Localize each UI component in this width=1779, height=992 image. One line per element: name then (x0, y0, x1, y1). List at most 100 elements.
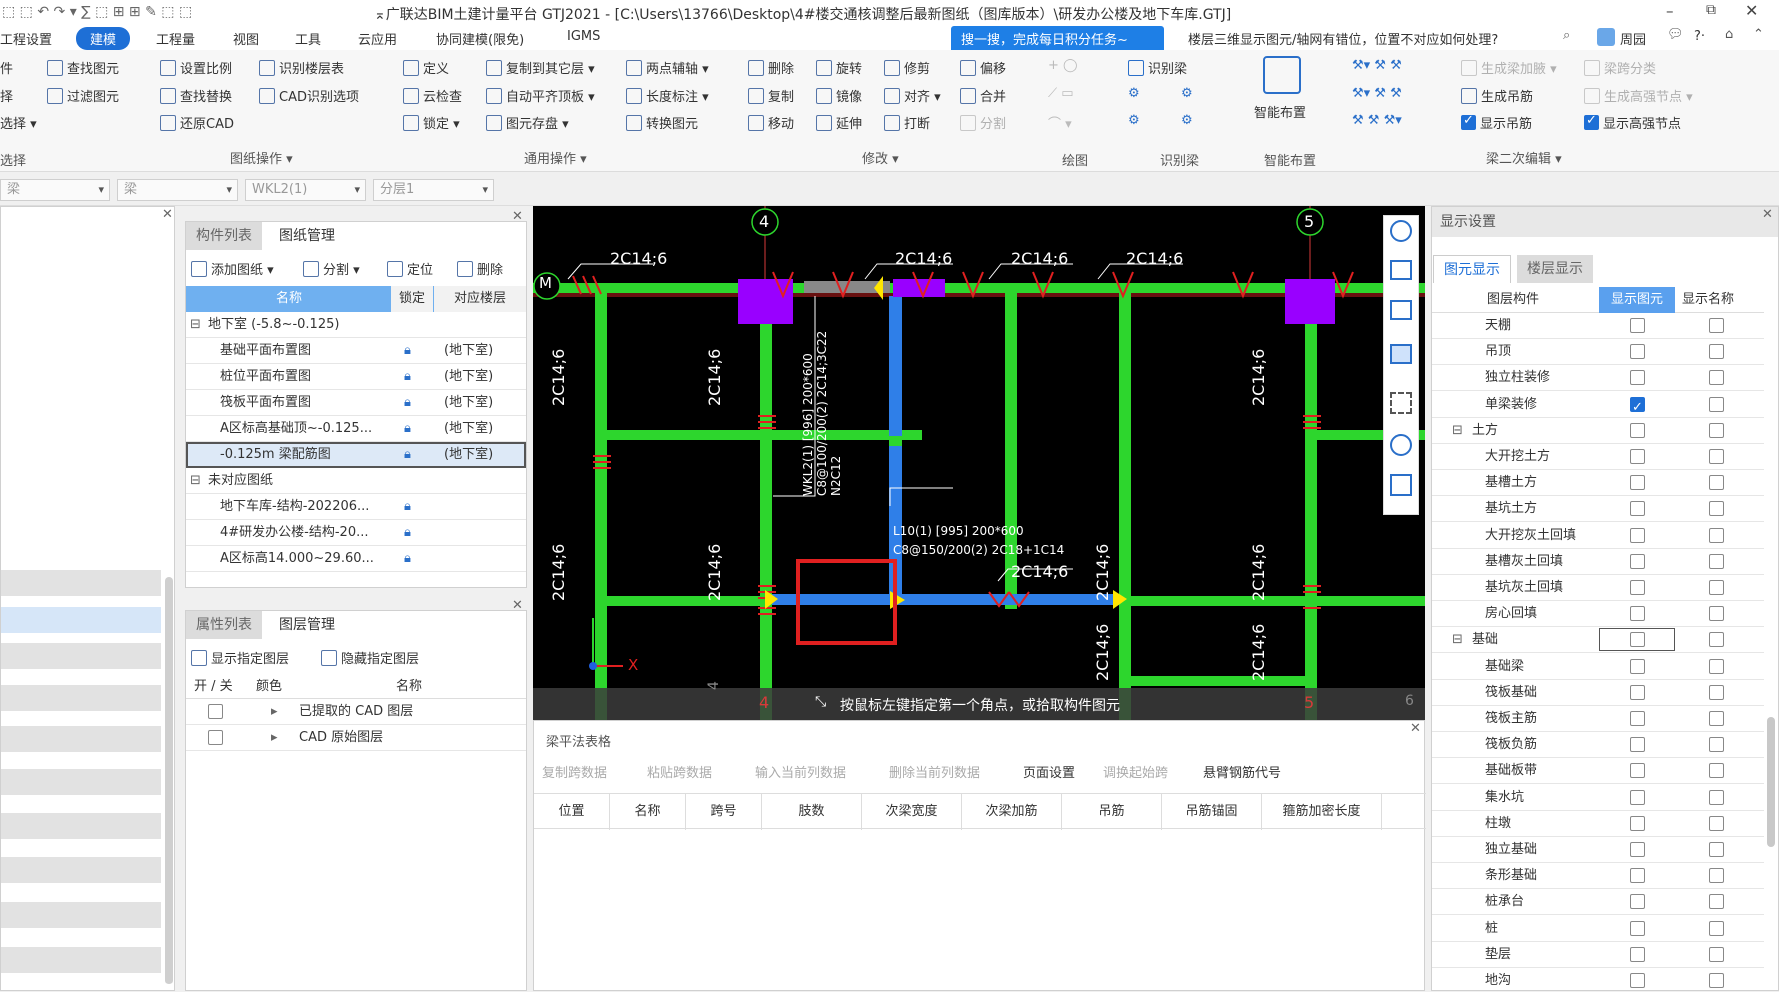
stub-row[interactable] (1, 643, 161, 670)
display-row[interactable]: ⊟ 土方 (1432, 418, 1764, 444)
beam-text-vertical[interactable]: 2C14;6 (1249, 349, 1268, 406)
beam-column-header[interactable]: 肢数 (762, 794, 862, 830)
show-element-checkbox[interactable] (1630, 894, 1645, 910)
help-icon[interactable]: ?· (1694, 29, 1705, 44)
top-view-icon[interactable] (1390, 300, 1412, 320)
menu-item-modeling[interactable]: 建模 (76, 27, 131, 50)
show-name-checkbox[interactable] (1709, 475, 1724, 491)
split-drawing-button[interactable]: 分割 ▾ (303, 259, 360, 278)
display-row[interactable]: 基坑灰土回填 (1432, 575, 1764, 601)
show-name-checkbox[interactable] (1709, 789, 1724, 805)
beam-text-vertical[interactable]: 2C14;6 (705, 544, 724, 601)
beam-text-vertical[interactable]: 2C14;6 (1093, 624, 1112, 681)
show-element-checkbox[interactable] (1630, 370, 1645, 386)
cad-options-button[interactable]: CAD识别选项 (259, 86, 359, 105)
display-row[interactable]: 天棚 (1432, 313, 1764, 339)
ribbon-cut-3[interactable]: 选择 ▾ (0, 113, 37, 132)
display-row[interactable]: 独立基础 (1432, 837, 1764, 863)
lock-button[interactable]: 锁定 ▾ (403, 113, 460, 132)
show-element-checkbox[interactable] (1630, 763, 1645, 779)
tab-component-list[interactable]: 构件列表 (186, 222, 262, 250)
beam-tools3-icon[interactable]: ⚒ ⚒ ⚒▾ (1352, 113, 1402, 128)
display-row[interactable]: 桩承台 (1432, 889, 1764, 916)
beam-column-header[interactable]: 位置 (534, 794, 610, 830)
beam-text[interactable]: 2C14;6 (1126, 249, 1183, 268)
lock-icon[interactable]: 🔒︎ (404, 442, 411, 468)
stub-row[interactable] (1, 726, 161, 753)
show-element-checkbox[interactable] (1630, 553, 1645, 569)
show-element-checkbox[interactable] (1630, 684, 1645, 700)
beam-tool-button[interactable]: 悬臂钢筋代号 (1203, 762, 1281, 781)
ribbon-cut-2[interactable]: 择 (0, 86, 13, 105)
expand-arrow-icon[interactable]: ▸ (271, 725, 278, 751)
beam-tool-button[interactable]: 删除当前列数据 (889, 762, 980, 781)
display-row[interactable]: 桩 (1432, 916, 1764, 942)
beam-h1[interactable] (607, 430, 762, 440)
stub-row[interactable] (1, 685, 161, 712)
lock-icon[interactable]: 🔒︎ (404, 416, 411, 442)
lock-icon[interactable]: 🔒︎ (404, 338, 411, 364)
floor-combo[interactable]: 梁 (0, 179, 110, 201)
span-classify-button[interactable]: 梁跨分类 (1584, 58, 1656, 77)
drawing-panel-close-icon[interactable]: ✕ (512, 209, 523, 224)
gen-haunch-button[interactable]: 生成梁加腋 ▾ (1461, 58, 1557, 77)
tab-property-list[interactable]: 属性列表 (186, 611, 262, 639)
beam-tool-button[interactable]: 复制跨数据 (542, 762, 607, 781)
show-element-checkbox[interactable] (1630, 527, 1645, 543)
display-scrollbar[interactable] (1767, 717, 1775, 847)
type-combo[interactable]: 梁 (117, 179, 238, 201)
display-panel-close-icon[interactable]: ✕ (1762, 207, 1773, 222)
beam-tools-icon[interactable]: ⚒▾ ⚒ ⚒ (1352, 58, 1402, 73)
two-point-axis-button[interactable]: 两点辅轴 ▾ (626, 58, 709, 77)
menu-item-quantity[interactable]: 工程量 (156, 29, 195, 48)
show-element-checkbox[interactable] (1630, 344, 1645, 360)
set-scale-button[interactable]: 设置比例 (160, 58, 232, 77)
show-name-checkbox[interactable] (1709, 501, 1724, 517)
hide-layer-button[interactable]: 隐藏指定图层 (321, 648, 419, 667)
locate-button[interactable]: 定位 (387, 259, 433, 278)
layer-row[interactable]: ▸ 已提取的 CAD 图层 (186, 699, 526, 725)
cube-view-icon[interactable] (1390, 344, 1412, 364)
drawing-row[interactable]: ⊟ 地下室 (-5.8~-0.125) (186, 312, 526, 338)
identify-beam-button[interactable]: 识别梁 (1128, 58, 1187, 77)
beam-text-vertical[interactable]: 2C14;6 (549, 349, 568, 406)
stub-row[interactable] (1, 902, 161, 929)
layer-toggle-checkbox[interactable] (208, 730, 223, 745)
show-name-checkbox[interactable] (1709, 606, 1724, 622)
beam-table-close-icon[interactable]: ✕ (1410, 721, 1421, 736)
stub-row[interactable] (1, 570, 161, 597)
display-row[interactable]: 垫层 (1432, 942, 1764, 968)
offset-button[interactable]: 偏移 (960, 58, 1006, 77)
show-name-checkbox[interactable] (1709, 580, 1724, 595)
move-button[interactable]: 移动 (748, 113, 794, 132)
group-modify-label[interactable]: 修改 ▾ (862, 148, 899, 167)
display-row[interactable]: 筏板负筋 (1432, 732, 1764, 759)
wkl-annotation[interactable]: WKL2(1) [996] 200*600 C8@100/200(2) 2C14… (801, 331, 843, 496)
menu-item-settings[interactable]: 工程设置 (0, 29, 52, 48)
show-hanger-checkbox[interactable] (1461, 113, 1476, 130)
left-scrollbar[interactable] (165, 577, 173, 985)
beam-column-header[interactable]: 名称 (610, 794, 686, 830)
beam-text-vertical[interactable]: 2C14;6 (549, 544, 568, 601)
drawing-row[interactable]: 筏板平面布置图 🔒︎ (地下室) (186, 390, 526, 416)
show-element-checkbox[interactable] (1630, 449, 1645, 464)
copy-to-other-floor-button[interactable]: 复制到其它层 ▾ (486, 58, 595, 77)
beam-tool-button[interactable]: 输入当前列数据 (755, 762, 846, 781)
show-element-checkbox[interactable] (1630, 973, 1645, 988)
show-name-checkbox[interactable] (1709, 632, 1724, 648)
display-settings-icon[interactable] (1390, 434, 1412, 456)
beam-text-vertical[interactable]: 2C14;6 (1249, 544, 1268, 601)
beam-text-vertical[interactable]: 2C14;6 (705, 349, 724, 406)
show-name-checkbox[interactable] (1709, 815, 1724, 831)
collapse-icon[interactable]: ⊟ (1452, 627, 1463, 653)
beam-h4[interactable] (607, 596, 762, 606)
show-name-checkbox[interactable] (1709, 894, 1724, 910)
line-draw-icon[interactable]: ⟋ ▭ (1048, 86, 1074, 101)
save-element-button[interactable]: 图元存盘 ▾ (486, 113, 569, 132)
smart-layout-button[interactable]: 智能布置 (1254, 102, 1306, 121)
beam-text-vertical[interactable]: 2C14;6 (1249, 624, 1268, 681)
drawing-row[interactable]: 地下车库-结构-202206... 🔒︎ (186, 494, 526, 520)
display-row[interactable]: 地沟 (1432, 968, 1764, 992)
beam-v4[interactable] (760, 289, 772, 720)
show-name-checkbox[interactable] (1709, 763, 1724, 779)
